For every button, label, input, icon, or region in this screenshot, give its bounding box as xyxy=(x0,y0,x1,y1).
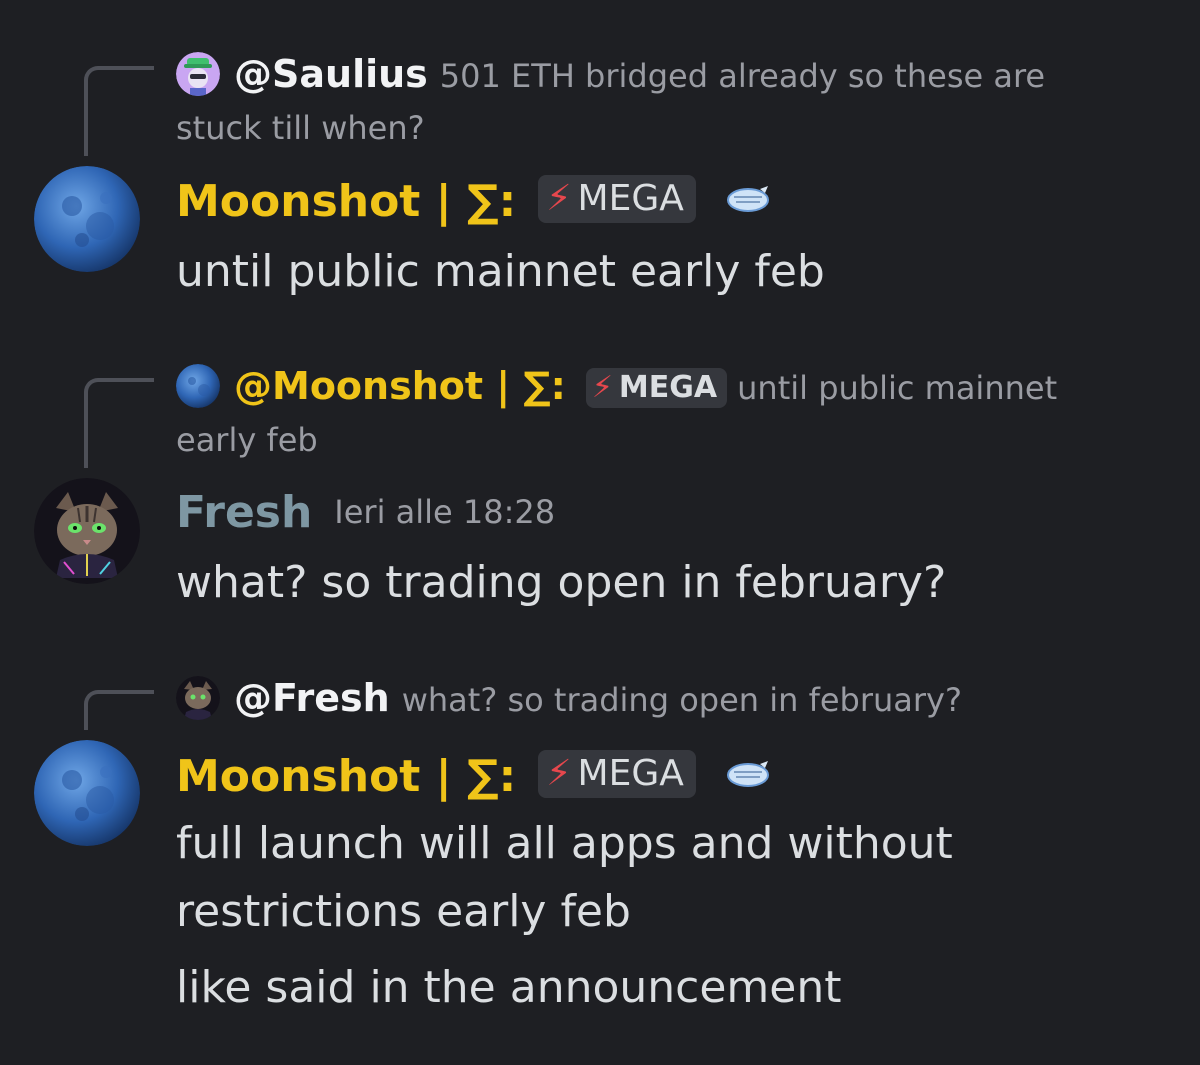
reply-author-name[interactable]: @Fresh xyxy=(234,676,390,720)
message-line: full launch will all apps and without re… xyxy=(176,818,953,937)
reply-connector xyxy=(84,378,154,468)
planet-badge-icon[interactable] xyxy=(724,170,774,212)
moonshot-avatar[interactable] xyxy=(34,740,140,846)
author-row: Moonshot | ∑: ⚡ MEGA xyxy=(176,745,774,807)
role-label: MEGA xyxy=(577,753,684,794)
planet-badge-icon[interactable] xyxy=(724,745,774,787)
message-content: until public mainnet early feb xyxy=(176,238,1176,306)
author-name[interactable]: Moonshot | ∑: xyxy=(176,751,516,802)
message-line: until public mainnet early feb xyxy=(176,246,825,297)
role-badge[interactable]: ⚡ MEGA xyxy=(585,368,728,408)
fresh-avatar[interactable] xyxy=(34,478,140,584)
message-content: what? so trading open in february? xyxy=(176,549,1176,617)
message-timestamp: Ieri alle 18:28 xyxy=(334,493,556,531)
saulius-avatar[interactable] xyxy=(176,52,220,96)
lightning-bolt-icon: ⚡ xyxy=(546,753,572,794)
author-row: Fresh Ieri alle 18:28 xyxy=(176,482,555,543)
role-badge[interactable]: ⚡ MEGA xyxy=(538,750,696,798)
reply-author-name[interactable]: @Saulius xyxy=(234,52,428,96)
moonshot-avatar-small[interactable] xyxy=(176,364,220,408)
lightning-bolt-icon: ⚡ xyxy=(591,370,613,405)
message-content: full launch will all apps and without re… xyxy=(176,810,976,1022)
author-name[interactable]: Fresh xyxy=(176,487,312,538)
lightning-bolt-icon: ⚡ xyxy=(546,178,572,219)
reply-connector xyxy=(84,66,154,156)
message-line: like said in the announcement xyxy=(176,962,842,1013)
role-badge[interactable]: ⚡ MEGA xyxy=(538,175,696,223)
chat-log: @Saulius 501 ETH bridged already so these… xyxy=(0,0,1200,1065)
fresh-avatar-small[interactable] xyxy=(176,676,220,720)
reply-text: what? so trading open in february? xyxy=(401,681,962,719)
reply-preview[interactable]: @Fresh what? so trading open in february? xyxy=(176,672,1136,726)
role-label: MEGA xyxy=(577,178,684,219)
role-label: MEGA xyxy=(618,370,718,405)
moonshot-avatar[interactable] xyxy=(34,166,140,272)
reply-preview[interactable]: @Saulius 501 ETH bridged already so these… xyxy=(176,48,1136,154)
author-row: Moonshot | ∑: ⚡ MEGA xyxy=(176,170,774,232)
reply-author-name[interactable]: @Moonshot | ∑: xyxy=(234,364,566,408)
reply-connector xyxy=(84,690,154,730)
message-line: what? so trading open in february? xyxy=(176,557,947,608)
reply-preview[interactable]: @Moonshot | ∑: ⚡ MEGA until public mainnet … xyxy=(176,360,1136,466)
author-name[interactable]: Moonshot | ∑: xyxy=(176,176,516,227)
